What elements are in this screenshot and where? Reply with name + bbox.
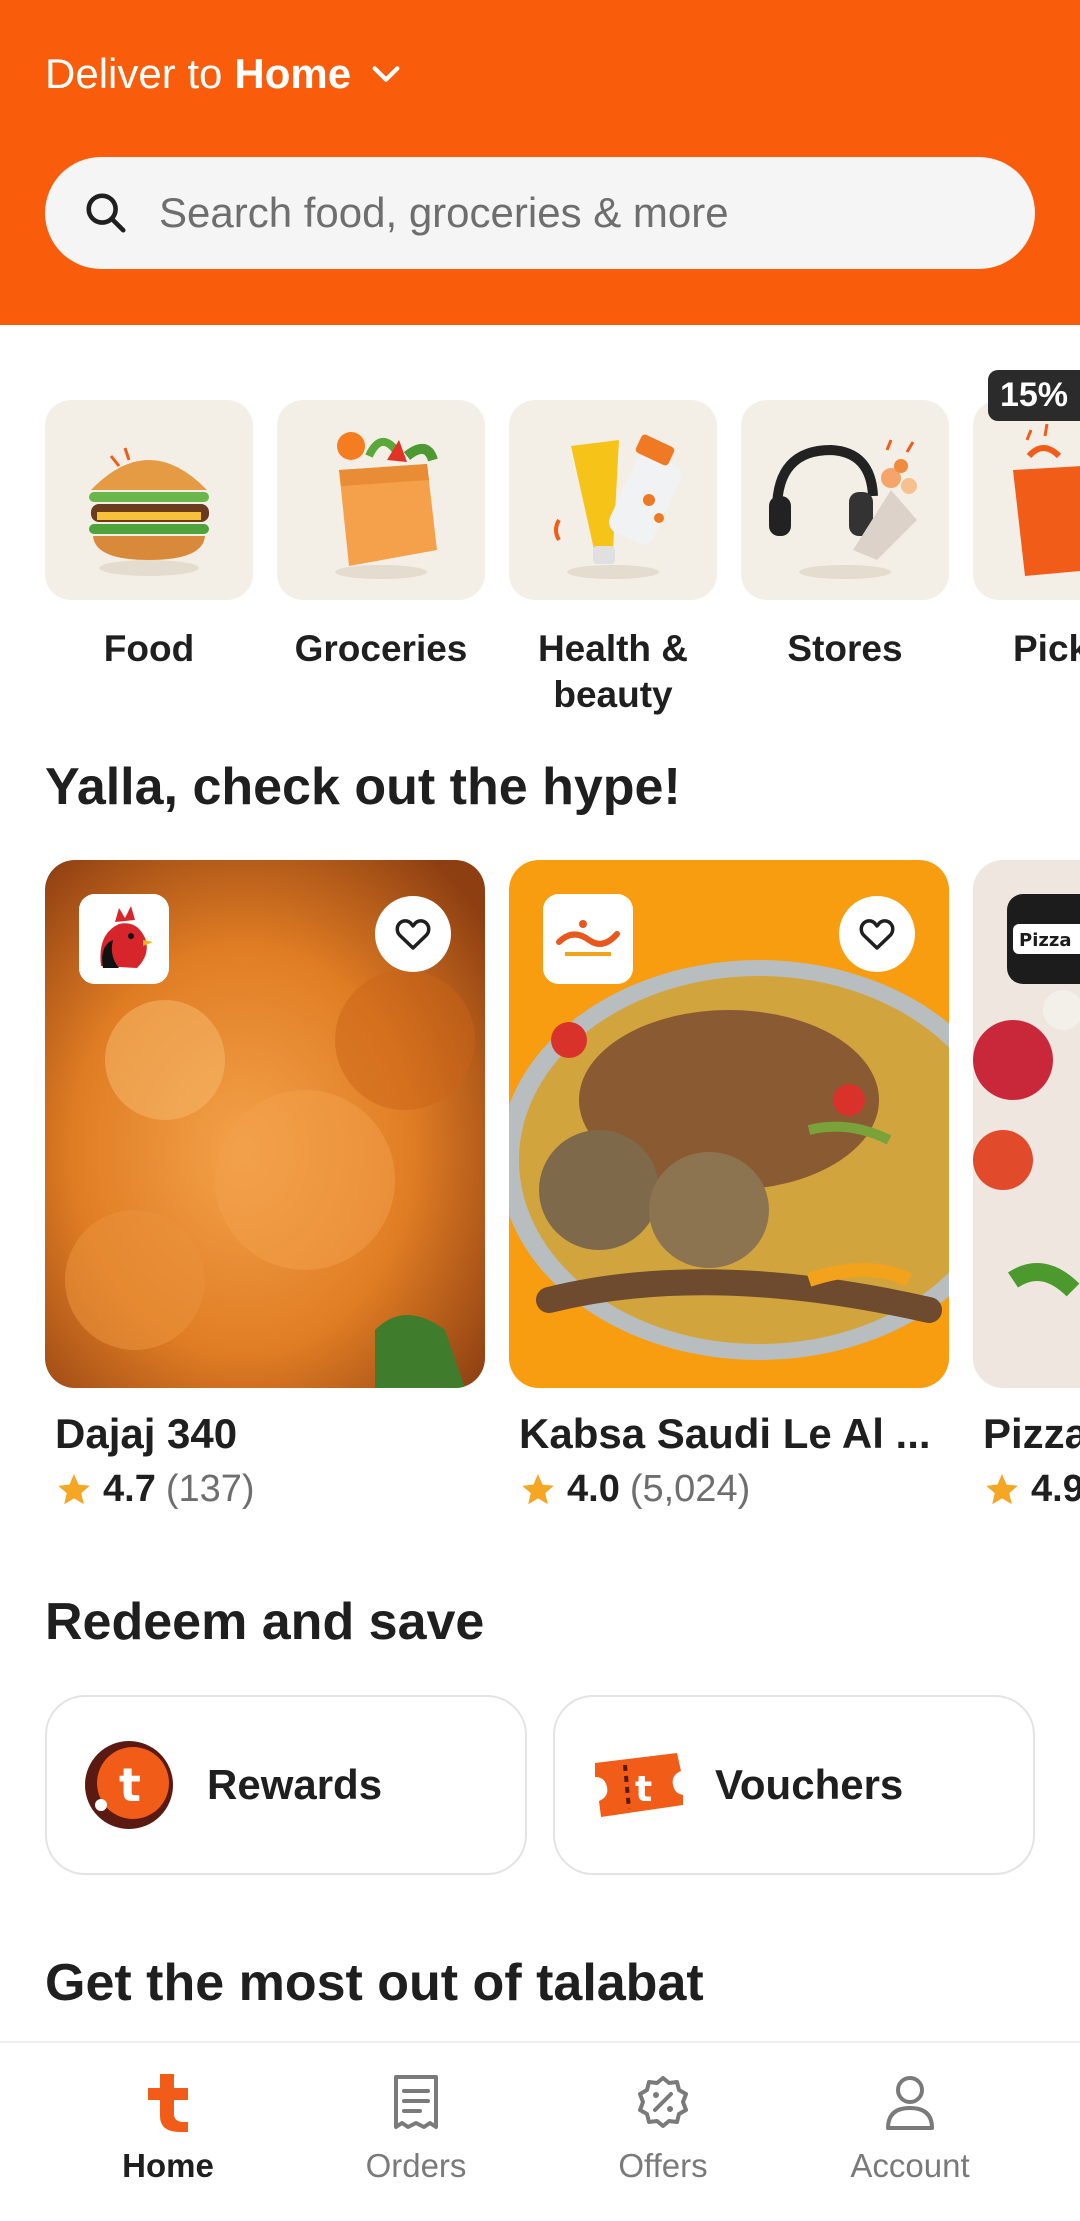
search-input[interactable]: Search food, groceries & more xyxy=(45,157,1035,269)
rewards-label: Rewards xyxy=(207,1761,383,1808)
category-label: Pick xyxy=(1013,628,1080,669)
pick-tile xyxy=(973,400,1080,600)
restaurant-carousel: Dajaj 340 4.7 (137) Kabsa Saudi Le Al ..… xyxy=(45,860,1080,1540)
favorite-button[interactable] xyxy=(839,896,915,972)
category-label: Stores xyxy=(787,628,903,669)
category-groceries[interactable]: Groceries xyxy=(277,400,485,672)
heart-icon xyxy=(395,919,431,950)
nav-offers[interactable]: Offers xyxy=(563,2067,763,2185)
health-beauty-tile xyxy=(509,400,717,600)
restaurant-rating: 4.9 xyxy=(983,1468,1080,1511)
star-icon xyxy=(58,1473,90,1504)
grocery-bag-icon xyxy=(335,432,438,579)
rewards-button[interactable]: t Rewards xyxy=(45,1695,527,1875)
restaurant-name: Pizza xyxy=(983,1410,1080,1457)
nav-home[interactable]: Home xyxy=(68,2067,268,2185)
rating-count: (137) xyxy=(165,1468,255,1510)
restaurant-logo xyxy=(543,894,633,984)
cosmetics-icon xyxy=(554,434,681,579)
rewards-icon: t xyxy=(85,1741,173,1829)
heart-icon xyxy=(859,919,895,950)
section-title-most: Get the most out of talabat xyxy=(45,1954,704,2012)
category-label: Food xyxy=(103,628,195,669)
voucher-ticket-icon: t xyxy=(595,1753,683,1817)
star-icon xyxy=(522,1473,554,1504)
vouchers-label: Vouchers xyxy=(715,1761,904,1808)
receipt-icon xyxy=(394,2075,438,2129)
app-header: Deliver to Home Search food, groceries &… xyxy=(0,0,1080,325)
search-icon xyxy=(86,193,126,233)
rating-value: 4.7 xyxy=(103,1468,156,1510)
delivery-location-selector[interactable]: Deliver to Home xyxy=(45,50,403,98)
food-tile xyxy=(45,400,253,600)
person-icon xyxy=(886,2076,934,2130)
restaurant-logo xyxy=(79,894,169,984)
category-carousel: Food Groceries Health & beauty Stores Pi… xyxy=(45,400,1080,720)
header-wave xyxy=(0,300,1080,317)
favorite-button[interactable] xyxy=(375,896,451,972)
nav-orders[interactable]: Orders xyxy=(316,2067,516,2185)
search-placeholder: Search food, groceries & more xyxy=(159,189,729,236)
restaurant-image xyxy=(509,860,949,1388)
rating-count: (5,024) xyxy=(629,1468,751,1510)
category-label: Health & beauty xyxy=(537,628,689,715)
pizza-queen-logo-icon: Pizza xyxy=(1007,894,1080,984)
stores-tile xyxy=(741,400,949,600)
restaurant-name: Dajaj 340 xyxy=(55,1410,238,1457)
category-food[interactable]: Food xyxy=(45,400,253,672)
bottom-navigation: Home Orders Offers Account xyxy=(0,2041,1080,2221)
nav-label: Orders xyxy=(365,2147,467,2184)
svg-text:t: t xyxy=(635,1769,652,1810)
discount-badge: 15% xyxy=(987,370,1080,421)
svg-text:Pizza: Pizza xyxy=(1019,930,1071,951)
restaurant-logo: Pizza xyxy=(1007,894,1080,984)
restaurant-name: Kabsa Saudi Le Al ... xyxy=(519,1410,931,1457)
rating-value: 4.9 xyxy=(1031,1468,1080,1510)
section-title-redeem: Redeem and save xyxy=(45,1593,485,1651)
nav-label: Account xyxy=(850,2147,970,2184)
restaurant-image xyxy=(45,860,485,1388)
svg-text:t: t xyxy=(119,1758,141,1812)
category-pick[interactable]: Pick xyxy=(973,400,1080,672)
category-label: Groceries xyxy=(294,628,468,669)
nav-account[interactable]: Account xyxy=(810,2067,1010,2185)
talabat-home-icon xyxy=(148,2074,188,2132)
deliver-prefix: Deliver to xyxy=(45,50,223,97)
pickup-bag-icon xyxy=(1013,423,1080,576)
restaurant-rating: 4.0 (5,024) xyxy=(519,1468,949,1511)
restaurant-card[interactable]: Kabsa Saudi Le Al ... 4.0 (5,024) xyxy=(509,860,949,1511)
restaurant-image: Pizza xyxy=(973,860,1080,1388)
deliver-place: Home xyxy=(234,50,352,97)
chevron-down-icon xyxy=(372,66,400,82)
rating-value: 4.0 xyxy=(567,1468,620,1510)
category-stores[interactable]: Stores xyxy=(741,400,949,672)
nav-label: Offers xyxy=(618,2147,708,2184)
rooster-logo-icon xyxy=(79,894,169,984)
section-title-hype: Yalla, check out the hype! xyxy=(45,758,681,816)
kabsa-logo-icon xyxy=(543,894,633,984)
restaurant-card[interactable]: Pizza Pizza 4.9 xyxy=(973,860,1080,1511)
restaurant-card[interactable]: Dajaj 340 4.7 (137) xyxy=(45,860,485,1511)
burger-icon xyxy=(89,447,209,576)
groceries-tile xyxy=(277,400,485,600)
nav-label: Home xyxy=(122,2147,214,2184)
headphones-flowers-icon xyxy=(769,439,917,579)
category-health-beauty[interactable]: Health & beauty xyxy=(509,400,717,718)
vouchers-button[interactable]: t Vouchers xyxy=(553,1695,1035,1875)
discount-badge-icon xyxy=(638,2076,688,2128)
restaurant-rating: 4.7 (137) xyxy=(55,1468,485,1511)
star-icon xyxy=(986,1473,1018,1504)
